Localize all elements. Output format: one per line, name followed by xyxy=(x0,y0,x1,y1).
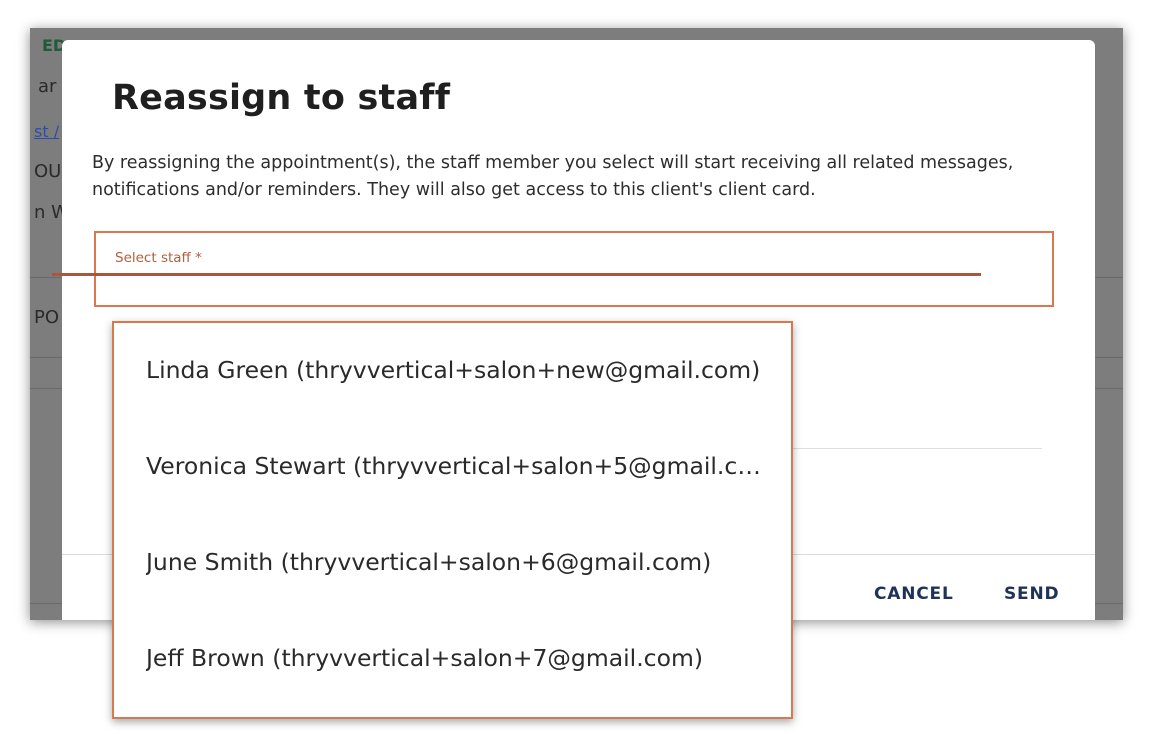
staff-option-linda-green[interactable]: Linda Green (thryvvertical+salon+new@gma… xyxy=(146,356,766,384)
dialog-title: Reassign to staff xyxy=(112,78,451,118)
background-fragment: ar xyxy=(38,76,57,97)
dialog-description: By reassigning the appointment(s), the s… xyxy=(92,153,1014,200)
select-staff-label: Select staff * xyxy=(115,250,202,266)
select-staff-field[interactable]: Select staff * xyxy=(94,231,1054,307)
content-divider xyxy=(792,448,1042,449)
background-link-fragment: st / xyxy=(34,122,60,141)
staff-option-veronica-stewart[interactable]: Veronica Stewart (thryvvertical+salon+5@… xyxy=(146,452,766,480)
staff-option-jeff-brown[interactable]: Jeff Brown (thryvvertical+salon+7@gmail.… xyxy=(146,644,766,672)
select-staff-underline xyxy=(52,273,981,276)
background-fragment: OU xyxy=(34,161,62,182)
send-button[interactable]: SEND xyxy=(1004,584,1059,604)
staff-option-june-smith[interactable]: June Smith (thryvvertical+salon+6@gmail.… xyxy=(146,548,766,576)
screenshot-canvas: ED ar st / OU n W PO Reassign to staff B… xyxy=(0,0,1158,734)
cancel-button[interactable]: CANCEL xyxy=(874,584,954,604)
background-fragment: PO xyxy=(34,307,60,328)
staff-dropdown-list: Linda Green (thryvvertical+salon+new@gma… xyxy=(112,321,793,719)
